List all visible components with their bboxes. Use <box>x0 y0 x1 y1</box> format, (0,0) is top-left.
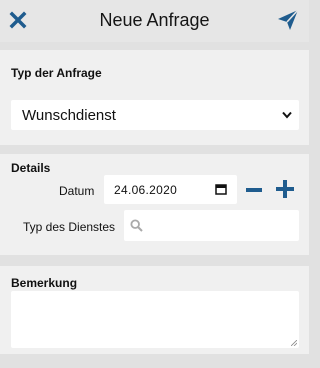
request-type-value: Wunschdienst <box>22 107 116 124</box>
date-value: 24.06.2020 <box>114 183 178 197</box>
increment-date-button[interactable] <box>276 180 294 198</box>
service-type-search-input[interactable] <box>124 210 299 241</box>
page-title: Neue Anfrage <box>99 10 210 30</box>
service-type-label: Typ des Dienstes <box>23 220 116 234</box>
header-bar: Neue Anfrage <box>0 0 309 42</box>
search-icon <box>130 219 143 232</box>
request-type-select[interactable]: Wunschdienst <box>11 100 299 130</box>
details-section: Details Datum 24.06.2020 Typ des Dienste… <box>0 154 309 255</box>
request-type-label: Typ der Anfrage <box>11 66 102 80</box>
bottom-strip <box>0 360 309 368</box>
remark-textarea[interactable] <box>11 291 299 348</box>
remark-section: Bemerkung <box>0 266 309 354</box>
date-label: Datum <box>59 184 95 198</box>
remark-label: Bemerkung <box>11 276 78 290</box>
plus-icon-v <box>283 180 287 198</box>
decrement-date-button[interactable] <box>246 188 262 192</box>
resize-grip-icon[interactable] <box>291 340 297 346</box>
send-icon[interactable] <box>277 9 299 31</box>
request-type-section: Typ der Anfrage Wunschdienst <box>0 50 309 145</box>
date-input[interactable]: 24.06.2020 <box>104 175 237 204</box>
calendar-icon[interactable] <box>215 183 227 195</box>
details-label: Details <box>11 161 51 175</box>
chevron-down-icon <box>282 111 292 119</box>
